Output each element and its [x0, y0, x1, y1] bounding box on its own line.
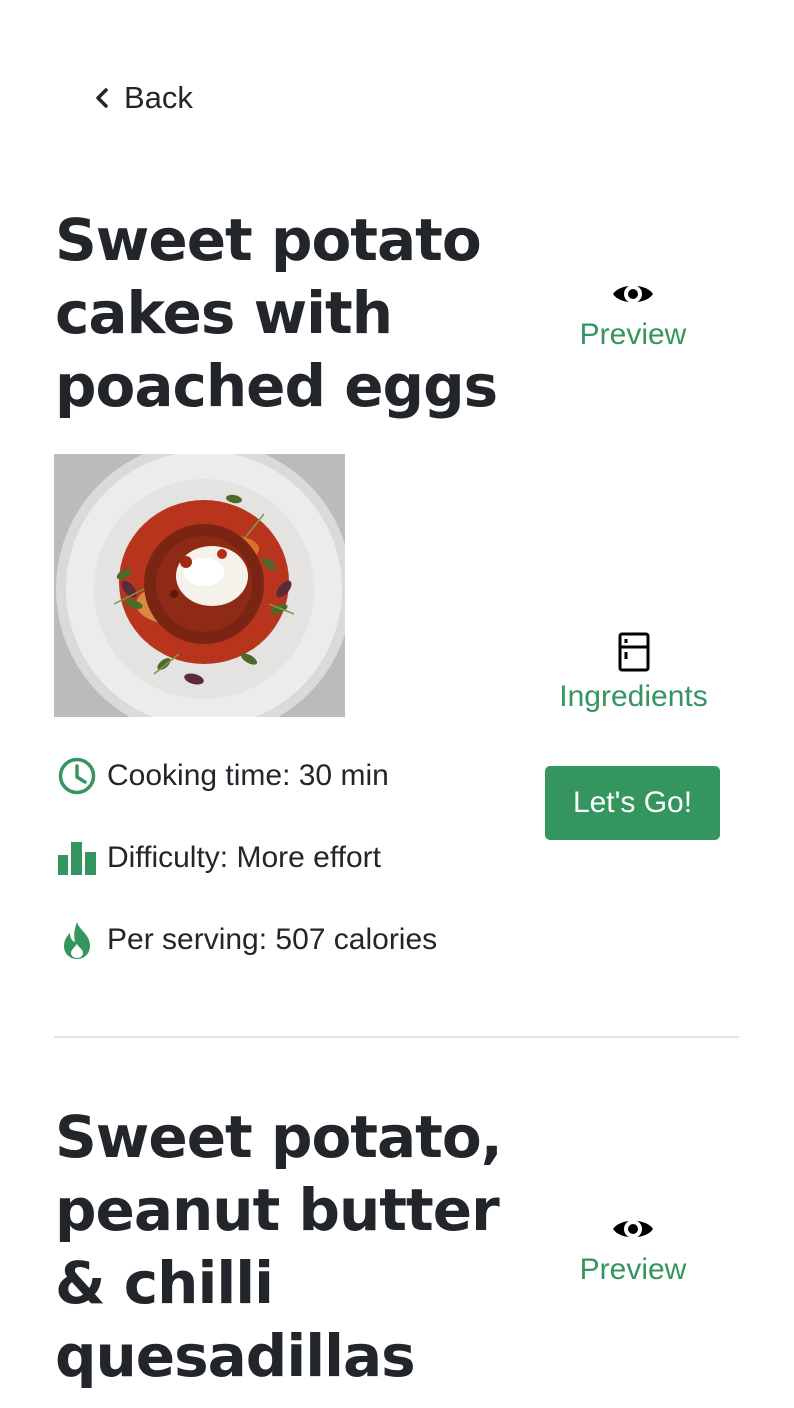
- fridge-icon: [618, 632, 649, 672]
- eye-icon: [613, 285, 653, 303]
- back-label: Back: [124, 80, 193, 115]
- difficulty: Difficulty: More effort: [57, 838, 381, 878]
- recipe-card: Sweet potato, peanut butter & chilli que…: [55, 1101, 535, 1393]
- recipe-card: Sweet potato cakes with poached eggs: [55, 204, 535, 423]
- eye-icon: [613, 1220, 653, 1238]
- cooking-time-text: Cooking time: 30 min: [107, 759, 389, 792]
- divider: [54, 1036, 739, 1038]
- difficulty-text: Difficulty: More effort: [107, 841, 381, 874]
- recipe-title: Sweet potato cakes with poached eggs: [55, 206, 498, 420]
- lets-go-button[interactable]: Let's Go!: [545, 766, 720, 840]
- ingredients-label: Ingredients: [559, 680, 708, 713]
- plate-photo: [54, 454, 345, 717]
- calories-text: Per serving: 507 calories: [107, 923, 438, 956]
- preview-label: Preview: [579, 1253, 687, 1286]
- calories: Per serving: 507 calories: [57, 920, 437, 960]
- clock-icon: [58, 757, 96, 795]
- preview-button[interactable]: Preview: [576, 1213, 690, 1287]
- bar-chart-icon: [58, 842, 96, 875]
- recipe-image: [54, 454, 345, 717]
- chevron-left-icon: [96, 88, 108, 108]
- preview-label: Preview: [579, 318, 687, 351]
- recipe-title: Sweet potato, peanut butter & chilli que…: [55, 1103, 503, 1390]
- ingredients-button[interactable]: Ingredients: [551, 632, 716, 714]
- back-button[interactable]: Back: [92, 80, 193, 116]
- preview-button[interactable]: Preview: [576, 278, 690, 352]
- recipe-list-screen: Back Sweet potato cakes with poached egg…: [0, 0, 794, 1408]
- flame-icon: [64, 922, 90, 959]
- cooking-time: Cooking time: 30 min: [57, 756, 389, 796]
